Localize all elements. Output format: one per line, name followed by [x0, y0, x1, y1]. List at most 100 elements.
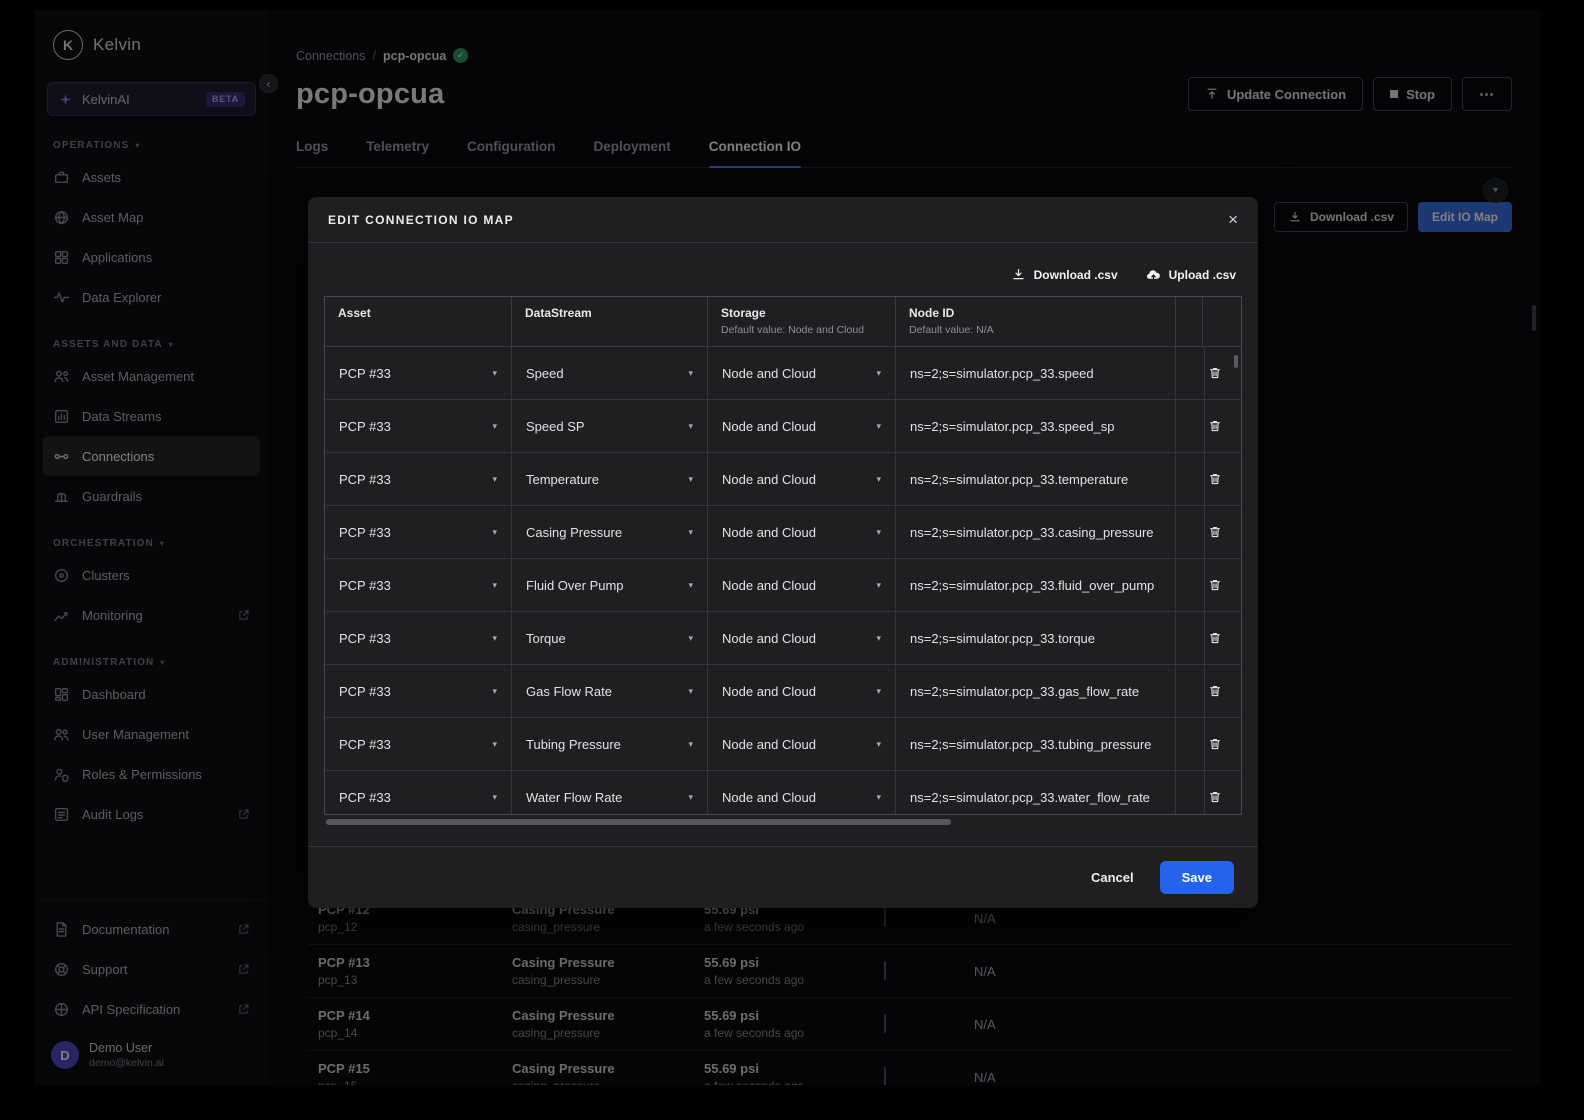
storage-select[interactable]: Node and Cloud ▾: [708, 559, 896, 611]
row-actions: [1188, 612, 1241, 664]
storage-select-value: Node and Cloud: [722, 472, 816, 487]
delete-row-button[interactable]: [1201, 730, 1229, 758]
io-map-row: PCP #33 ▾ Temperature ▾ Node and Cloud ▾: [325, 453, 1241, 506]
delete-row-button[interactable]: [1201, 624, 1229, 652]
trash-icon: [1208, 790, 1222, 804]
chevron-down-icon: ▾: [688, 739, 693, 750]
node-id-input[interactable]: ns=2;s=simulator.pcp_33.tubing_pressure: [896, 718, 1176, 770]
modal-upload-csv-button[interactable]: Upload .csv: [1146, 267, 1236, 282]
chevron-down-icon: ▾: [876, 739, 881, 750]
node-id-input[interactable]: ns=2;s=simulator.pcp_33.speed: [896, 347, 1176, 399]
io-map-table-header: Asset DataStream Storage Default value: …: [325, 297, 1241, 347]
datastream-select[interactable]: Fluid Over Pump ▾: [512, 559, 708, 611]
asset-select-value: PCP #33: [339, 419, 391, 434]
chevron-down-icon: ▾: [492, 580, 497, 591]
node-id-input[interactable]: ns=2;s=simulator.pcp_33.torque: [896, 612, 1176, 664]
chevron-down-icon: ▾: [876, 368, 881, 379]
asset-select-value: PCP #33: [339, 525, 391, 540]
close-icon[interactable]: ×: [1228, 211, 1238, 228]
modal-download-csv-button[interactable]: Download .csv: [1011, 267, 1118, 282]
datastream-select-value: Water Flow Rate: [526, 790, 622, 805]
chevron-down-icon: ▾: [688, 580, 693, 591]
datastream-select[interactable]: Temperature ▾: [512, 453, 708, 505]
io-map-row: PCP #33 ▾ Fluid Over Pump ▾ Node and Clo…: [325, 559, 1241, 612]
delete-row-button[interactable]: [1201, 518, 1229, 546]
datastream-select[interactable]: Tubing Pressure ▾: [512, 718, 708, 770]
datastream-select[interactable]: Torque ▾: [512, 612, 708, 664]
storage-select-value: Node and Cloud: [722, 578, 816, 593]
node-id-input[interactable]: ns=2;s=simulator.pcp_33.temperature: [896, 453, 1176, 505]
header-actions: [1188, 297, 1241, 346]
asset-select[interactable]: PCP #33 ▾: [325, 400, 512, 452]
storage-select-value: Node and Cloud: [722, 631, 816, 646]
datastream-select[interactable]: Speed SP ▾: [512, 400, 708, 452]
datastream-select-value: Speed SP: [526, 419, 585, 434]
asset-select-value: PCP #33: [339, 631, 391, 646]
chevron-down-icon: ▾: [492, 633, 497, 644]
delete-row-button[interactable]: [1201, 412, 1229, 440]
row-actions: [1188, 665, 1241, 717]
download-icon: [1011, 267, 1026, 282]
storage-select[interactable]: Node and Cloud ▾: [708, 506, 896, 558]
row-actions: [1188, 771, 1241, 815]
node-id-input[interactable]: ns=2;s=simulator.pcp_33.speed_sp: [896, 400, 1176, 452]
node-id-input[interactable]: ns=2;s=simulator.pcp_33.casing_pressure: [896, 506, 1176, 558]
delete-row-button[interactable]: [1201, 677, 1229, 705]
storage-select[interactable]: Node and Cloud ▾: [708, 347, 896, 399]
datastream-select[interactable]: Casing Pressure ▾: [512, 506, 708, 558]
asset-select[interactable]: PCP #33 ▾: [325, 665, 512, 717]
chevron-down-icon: ▾: [492, 739, 497, 750]
horizontal-scrollbar-thumb[interactable]: [326, 819, 951, 825]
datastream-select-value: Casing Pressure: [526, 525, 622, 540]
asset-select[interactable]: PCP #33 ▾: [325, 612, 512, 664]
edit-io-map-modal: EDIT CONNECTION IO MAP × Download .csv U…: [308, 197, 1258, 908]
storage-select[interactable]: Node and Cloud ▾: [708, 612, 896, 664]
asset-select[interactable]: PCP #33 ▾: [325, 559, 512, 611]
save-button[interactable]: Save: [1160, 861, 1234, 894]
asset-select[interactable]: PCP #33 ▾: [325, 506, 512, 558]
storage-select[interactable]: Node and Cloud ▾: [708, 453, 896, 505]
delete-row-button[interactable]: [1201, 571, 1229, 599]
storage-select[interactable]: Node and Cloud ▾: [708, 665, 896, 717]
node-id-input[interactable]: ns=2;s=simulator.pcp_33.fluid_over_pump: [896, 559, 1176, 611]
storage-select-value: Node and Cloud: [722, 419, 816, 434]
delete-row-button[interactable]: [1201, 465, 1229, 493]
datastream-select[interactable]: Water Flow Rate ▾: [512, 771, 708, 815]
chevron-down-icon: ▾: [688, 527, 693, 538]
trash-icon: [1208, 366, 1222, 380]
asset-select[interactable]: PCP #33 ▾: [325, 347, 512, 399]
storage-select[interactable]: Node and Cloud ▾: [708, 400, 896, 452]
chevron-down-icon: ▾: [876, 527, 881, 538]
chevron-down-icon: ▾: [876, 580, 881, 591]
storage-select[interactable]: Node and Cloud ▾: [708, 718, 896, 770]
io-map-table: Asset DataStream Storage Default value: …: [324, 296, 1242, 815]
vertical-scrollbar-thumb[interactable]: [1234, 355, 1238, 368]
chevron-down-icon: ▾: [688, 421, 693, 432]
trash-icon: [1208, 737, 1222, 751]
chevron-down-icon: ▾: [492, 686, 497, 697]
datastream-select[interactable]: Gas Flow Rate ▾: [512, 665, 708, 717]
asset-select[interactable]: PCP #33 ▾: [325, 771, 512, 815]
datastream-select[interactable]: Speed ▾: [512, 347, 708, 399]
asset-select[interactable]: PCP #33 ▾: [325, 718, 512, 770]
row-actions: [1188, 559, 1241, 611]
chevron-down-icon: ▾: [492, 792, 497, 803]
node-id-input[interactable]: ns=2;s=simulator.pcp_33.water_flow_rate: [896, 771, 1176, 815]
io-map-row: PCP #33 ▾ Speed SP ▾ Node and Cloud ▾: [325, 400, 1241, 453]
chevron-down-icon: ▾: [492, 474, 497, 485]
node-id-input[interactable]: ns=2;s=simulator.pcp_33.gas_flow_rate: [896, 665, 1176, 717]
chevron-down-icon: ▾: [492, 421, 497, 432]
chevron-down-icon: ▾: [492, 368, 497, 379]
asset-select[interactable]: PCP #33 ▾: [325, 453, 512, 505]
header-hint: Default value: Node and Cloud: [721, 324, 882, 336]
chevron-down-icon: ▾: [688, 686, 693, 697]
trash-icon: [1208, 631, 1222, 645]
modal-upload-csv-label: Upload .csv: [1169, 268, 1236, 282]
delete-row-button[interactable]: [1201, 783, 1229, 811]
storage-select[interactable]: Node and Cloud ▾: [708, 771, 896, 815]
asset-select-value: PCP #33: [339, 366, 391, 381]
delete-row-button[interactable]: [1201, 359, 1229, 387]
csv-actions: Download .csv Upload .csv: [324, 267, 1236, 282]
header-label: Asset: [338, 306, 498, 320]
cancel-button[interactable]: Cancel: [1091, 870, 1134, 885]
